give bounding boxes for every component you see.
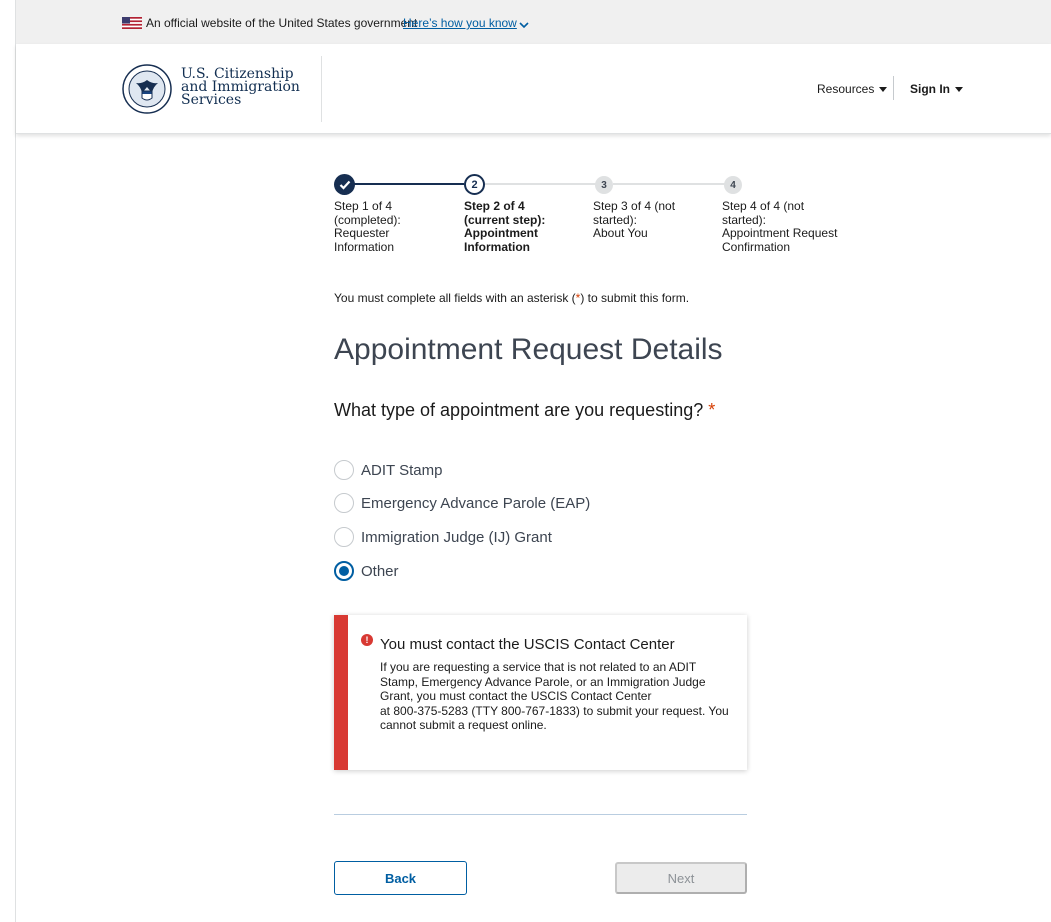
radio-option-ij-grant[interactable]: Immigration Judge (IJ) Grant bbox=[334, 526, 552, 548]
radio-label[interactable]: Immigration Judge (IJ) Grant bbox=[361, 529, 552, 546]
radio-button[interactable] bbox=[334, 527, 354, 547]
step-4-label: Step 4 of 4 (not started): Appointment R… bbox=[722, 199, 852, 254]
step-1-label-line: Information bbox=[334, 239, 395, 254]
step-2-label: Step 2 of 4 (current step): Appointment … bbox=[464, 199, 586, 254]
resources-menu-button[interactable]: Resources bbox=[817, 82, 888, 96]
step-4-number: 4 bbox=[730, 179, 736, 191]
step-1-label-line: Requester bbox=[334, 226, 390, 240]
chevron-down-icon bbox=[519, 22, 529, 29]
required-asterisk: * bbox=[708, 400, 716, 420]
alert-body-line: at 800-375-5283 (TTY 800-767-1833) to su… bbox=[380, 703, 729, 718]
step-connector-3 bbox=[613, 183, 725, 185]
step-4-label-line: Step 4 of 4 (not bbox=[722, 199, 805, 213]
site-header: U.S. Citizenship and Immigration Service… bbox=[16, 44, 1051, 134]
radio-option-adit-stamp[interactable]: ADIT Stamp bbox=[334, 459, 442, 481]
radio-label[interactable]: Other bbox=[361, 563, 399, 580]
step-connector-2 bbox=[485, 183, 596, 185]
how-you-know-label: Here’s how you know bbox=[403, 16, 517, 30]
step-3-label-line: Step 3 of 4 (not bbox=[593, 199, 676, 213]
step-4-label-line: Confirmation bbox=[722, 239, 791, 254]
required-note-text: You must complete all fields with an ast… bbox=[334, 291, 576, 305]
sign-in-label: Sign In bbox=[910, 82, 950, 96]
step-4-label-line: Appointment Request bbox=[722, 226, 838, 240]
error-icon: ! bbox=[361, 634, 373, 646]
step-3-label-line: About You bbox=[593, 226, 648, 240]
resources-label: Resources bbox=[817, 82, 875, 96]
sign-in-menu-button[interactable]: Sign In bbox=[910, 82, 963, 96]
step-1-label: Step 1 of 4 (completed): Requester Infor… bbox=[334, 199, 456, 254]
form-divider bbox=[334, 814, 747, 815]
radio-option-other[interactable]: Other bbox=[334, 560, 399, 582]
alert-body: If you are requesting a service that is … bbox=[380, 660, 735, 733]
step-3-number: 3 bbox=[601, 179, 607, 191]
dhs-seal-logo[interactable] bbox=[122, 64, 172, 114]
radio-button[interactable] bbox=[334, 460, 354, 480]
how-you-know-link[interactable]: Here’s how you know bbox=[403, 16, 529, 30]
back-button[interactable]: Back bbox=[334, 861, 467, 895]
alert-body-line: Stamp, Emergency Advance Parole, or an I… bbox=[380, 674, 706, 689]
caret-down-icon bbox=[879, 87, 888, 92]
step-2-current-marker: 2 bbox=[464, 174, 485, 195]
step-1-label-line: (completed): bbox=[334, 212, 401, 227]
step-3-label-line: started): bbox=[593, 212, 638, 227]
step-2-label-line: Appointment bbox=[464, 226, 538, 240]
header-divider bbox=[321, 56, 322, 122]
official-website-text: An official website of the United States… bbox=[146, 16, 418, 30]
step-3-label: Step 3 of 4 (not started): About You bbox=[593, 199, 715, 241]
step-2-label-line: Step 2 of 4 bbox=[464, 199, 525, 213]
appointment-type-question: What type of appointment are you request… bbox=[334, 400, 715, 421]
step-2-number: 2 bbox=[471, 178, 478, 191]
step-2-label-line: Information bbox=[464, 239, 530, 254]
alert-body-line: Grant, you must contact the USCIS Contac… bbox=[380, 689, 652, 704]
step-connector-1 bbox=[352, 183, 464, 185]
agency-name[interactable]: U.S. Citizenship and Immigration Service… bbox=[181, 67, 300, 108]
radio-label[interactable]: Emergency Advance Parole (EAP) bbox=[361, 495, 590, 512]
us-flag-icon bbox=[122, 17, 142, 29]
radio-option-eap[interactable]: Emergency Advance Parole (EAP) bbox=[334, 492, 590, 514]
alert-heading: You must contact the USCIS Contact Cente… bbox=[380, 636, 675, 653]
page-title: Appointment Request Details bbox=[334, 333, 723, 366]
question-text: What type of appointment are you request… bbox=[334, 400, 704, 420]
nav-separator bbox=[893, 76, 894, 100]
radio-button[interactable] bbox=[334, 493, 354, 513]
caret-down-icon bbox=[955, 87, 963, 92]
step-2-label-line: (current step): bbox=[464, 212, 546, 227]
error-alert: ! You must contact the USCIS Contact Cen… bbox=[334, 615, 747, 770]
agency-name-line-3: Services bbox=[181, 92, 242, 108]
step-4-marker: 4 bbox=[724, 176, 742, 194]
radio-label[interactable]: ADIT Stamp bbox=[361, 462, 442, 479]
step-1-label-line: Step 1 of 4 bbox=[334, 199, 393, 213]
page-left-border bbox=[15, 0, 16, 922]
next-button-disabled[interactable]: Next bbox=[615, 862, 747, 894]
step-3-marker: 3 bbox=[595, 176, 613, 194]
required-fields-note: You must complete all fields with an ast… bbox=[334, 291, 689, 305]
step-1-completed-check-icon bbox=[334, 174, 355, 195]
gov-banner: An official website of the United States… bbox=[16, 0, 1051, 44]
required-note-text-end: ) to submit this form. bbox=[580, 291, 690, 305]
alert-body-line: cannot submit a request online. bbox=[380, 718, 547, 733]
step-4-label-line: started): bbox=[722, 212, 767, 227]
alert-body-line: If you are requesting a service that is … bbox=[380, 660, 697, 674]
radio-button-selected[interactable] bbox=[334, 561, 354, 581]
